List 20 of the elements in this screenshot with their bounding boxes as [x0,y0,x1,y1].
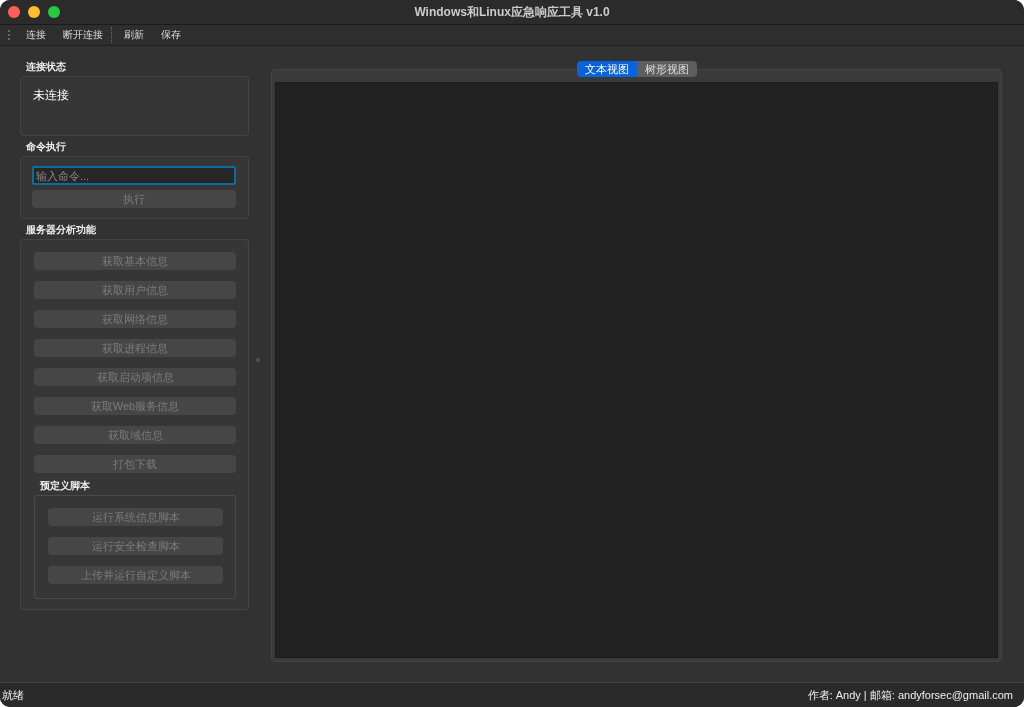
group-title: 命令执行 [25,140,67,154]
toolbar-button[interactable]: 断开连接 [55,27,112,43]
group-title: 服务器分析功能 [25,223,97,237]
splitter-handle[interactable] [256,358,260,362]
window-title: Windows和Linux应急响应工具 v1.0 [414,3,610,21]
view-tab[interactable]: 文本视图 [576,61,637,77]
toolbar-grip-icon[interactable] [8,30,12,40]
status-text: 就绪 [2,687,24,703]
minimize-button[interactable] [28,6,40,18]
view-tab[interactable]: 树形视图 [636,61,697,77]
toolbar-button[interactable]: 刷新 [116,27,153,43]
author-info: 作者: Andy | 邮箱: andyforsec@gmail.com [807,687,1013,703]
close-button[interactable] [8,6,20,18]
group-title: 预定义脚本 [39,479,91,493]
maximize-button[interactable] [48,6,60,18]
toolbar-button[interactable]: 保存 [153,27,190,43]
command-input[interactable]: 输入命令... [32,166,236,185]
group-title: 连接状态 [25,60,67,74]
toolbar-button[interactable]: 连接 [18,27,55,43]
connection-status: 未连接 [33,88,69,102]
